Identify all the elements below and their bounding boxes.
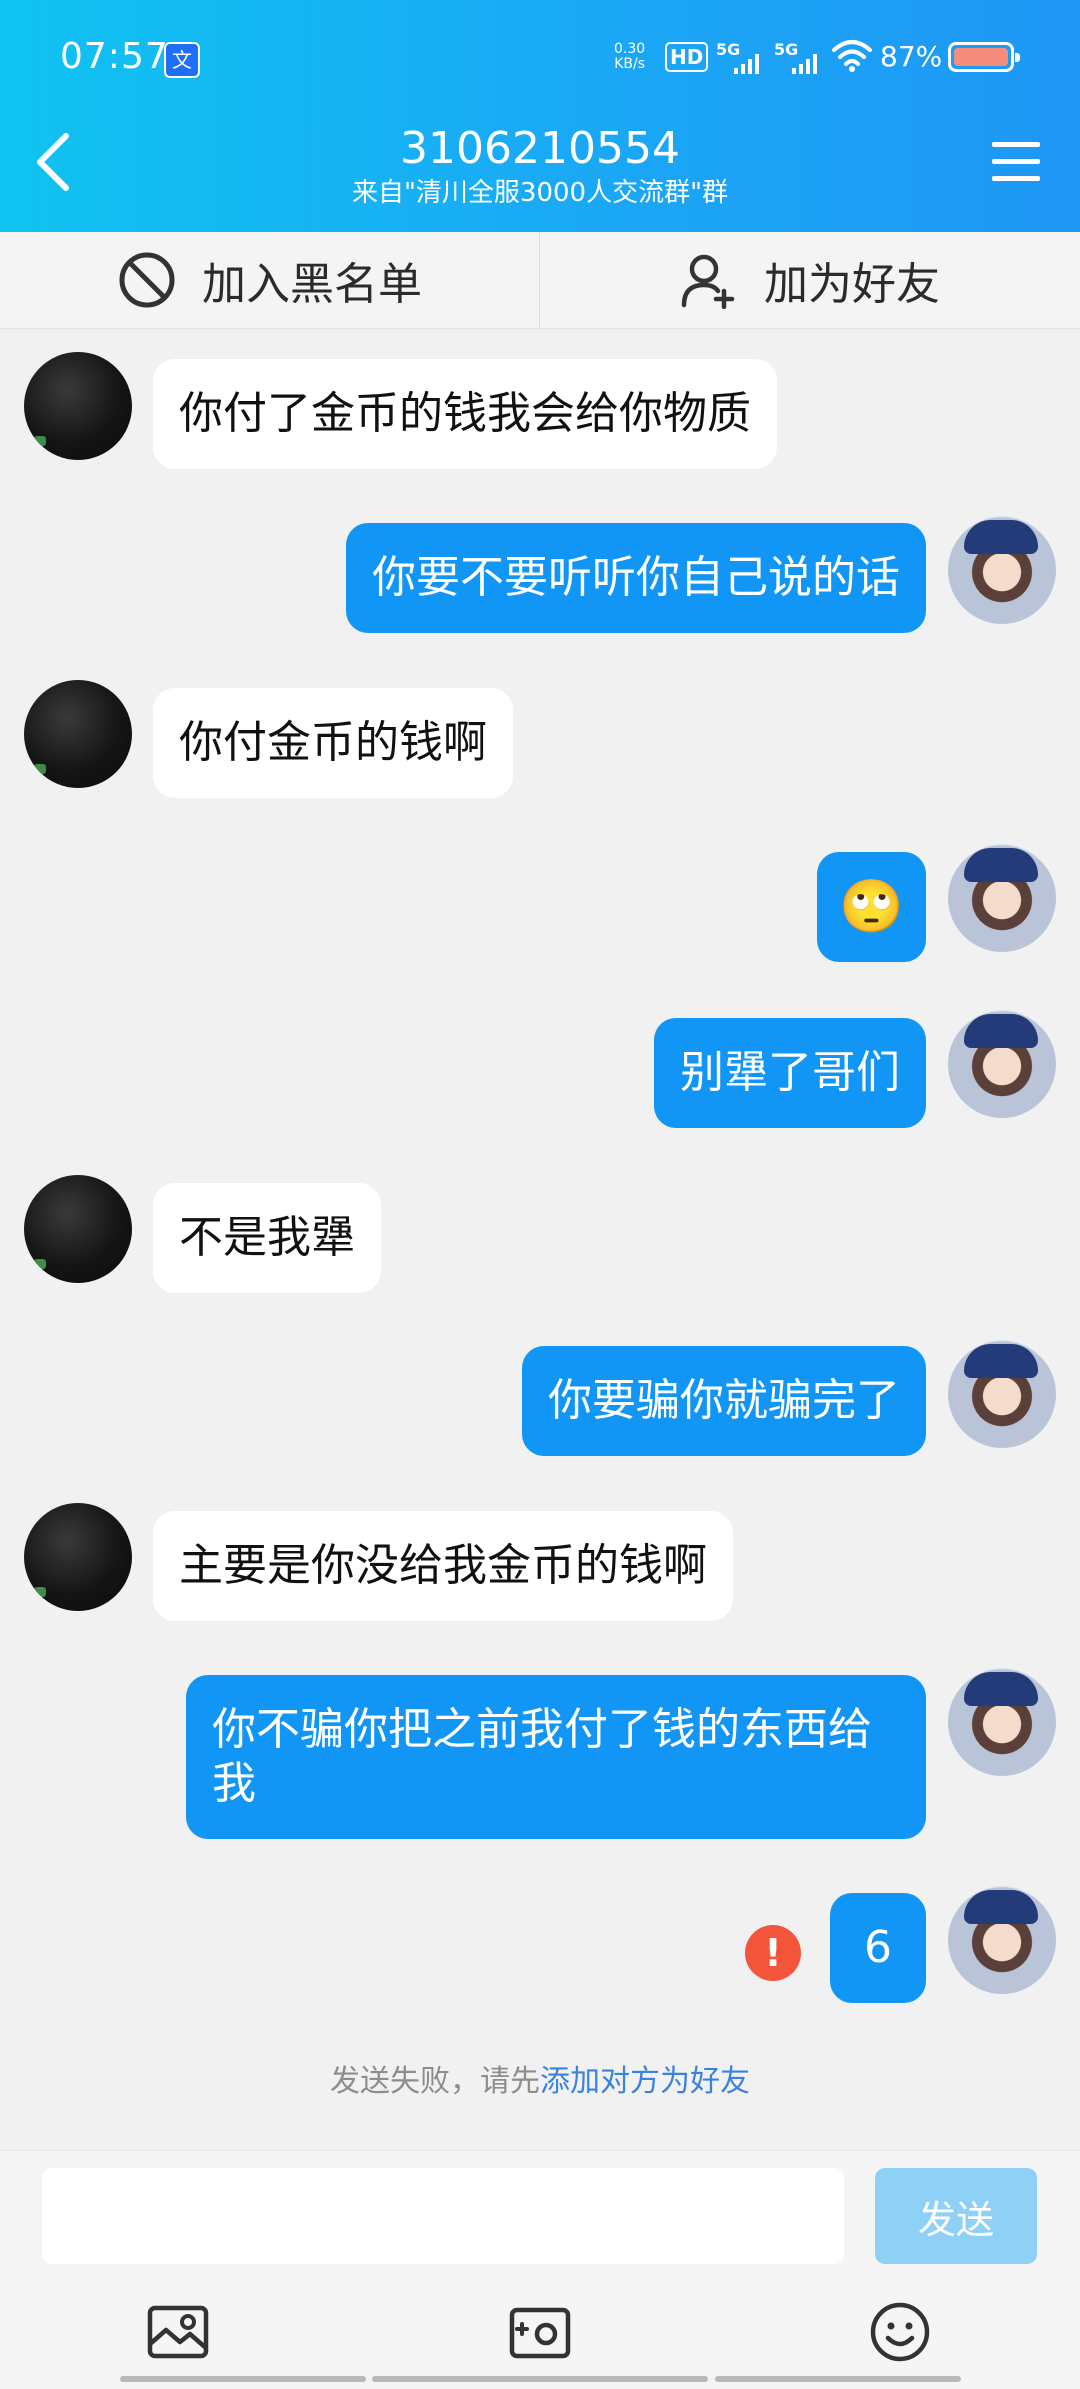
chat-title: 3106210554 [400,123,680,174]
network-speed-unit: KB/s [614,56,645,72]
chat-subtitle: 来自"清川全服3000人交流群"群 [351,178,729,208]
message-bubble-sent[interactable]: 你要骗你就骗完了 [522,1346,926,1456]
emoji-icon[interactable] [868,2300,932,2364]
avatar[interactable] [948,844,1056,952]
gesture-bar-segment [715,2376,961,2382]
message-bubble-received[interactable]: 主要是你没给我金币的钱啊 [153,1511,733,1621]
block-icon [119,252,175,308]
gesture-bar-segment [372,2376,708,2382]
message-bubble-received[interactable]: 你付了金币的钱我会给你物质 [153,359,777,469]
avatar[interactable] [24,1503,132,1611]
gesture-bar-segment [120,2376,366,2382]
send-button[interactable]: 发送 [875,2168,1037,2264]
avatar[interactable] [24,352,132,460]
avatar[interactable] [24,1175,132,1283]
action-divider [539,232,540,328]
notification-app-icon: 文 [164,42,200,78]
avatar[interactable] [948,1340,1056,1448]
wifi-icon [832,40,872,72]
menu-icon[interactable] [992,142,1040,182]
message-bubble-received[interactable]: 不是我犟 [153,1183,381,1293]
status-time: 07:57 [60,36,169,77]
send-failed-text: 发送失败，请先 [330,2064,540,2099]
network-speed-value: 0.30 [614,41,646,57]
add-friend-label: 加为好友 [764,259,940,310]
add-to-blacklist-button[interactable]: 加入黑名单 [118,232,422,328]
message-bubble-sent[interactable]: 你不骗你把之前我付了钱的东西给我 [186,1675,926,1839]
add-friend-link[interactable]: 添加对方为好友 [540,2064,750,2099]
emoji-message-bubble[interactable]: 🙄 [817,852,926,962]
avatar[interactable] [948,1010,1056,1118]
battery-icon [948,42,1020,72]
add-to-blacklist-label: 加入黑名单 [202,259,422,310]
image-icon[interactable] [146,2300,210,2364]
avatar[interactable] [948,1886,1056,1994]
avatar[interactable] [948,516,1056,624]
header-bar: 07:57 文 0.30 KB/s HD 5G 5G 87% 310621055… [0,0,1080,232]
message-input[interactable] [42,2168,844,2264]
battery-percentage: 87% [880,40,943,73]
avatar[interactable] [948,1668,1056,1776]
add-friend-icon [681,254,735,309]
camera-icon[interactable] [508,2300,572,2364]
signal-icon-2: 5G [774,40,824,74]
stranger-action-bar: 加入黑名单 加为好友 [0,232,1080,329]
avatar[interactable] [24,680,132,788]
network-speed: 0.30 KB/s [614,42,645,72]
add-friend-button[interactable]: 加为好友 [680,232,940,328]
status-bar: 07:57 文 0.30 KB/s HD 5G 5G 87% [0,0,1080,110]
message-bubble-sent[interactable]: 你要不要听听你自己说的话 [346,523,926,633]
send-failed-notice: 发送失败，请先添加对方为好友 [0,2056,1080,2100]
hd-voice-icon: HD [665,42,709,72]
message-bubble-received[interactable]: 你付金币的钱啊 [153,688,513,798]
message-bubble-sent-failed[interactable]: 6 [830,1893,926,2003]
signal-icon-1: 5G [716,40,766,74]
message-bubble-sent[interactable]: 别犟了哥们 [654,1018,926,1128]
send-failed-icon[interactable]: ! [745,1925,801,1981]
